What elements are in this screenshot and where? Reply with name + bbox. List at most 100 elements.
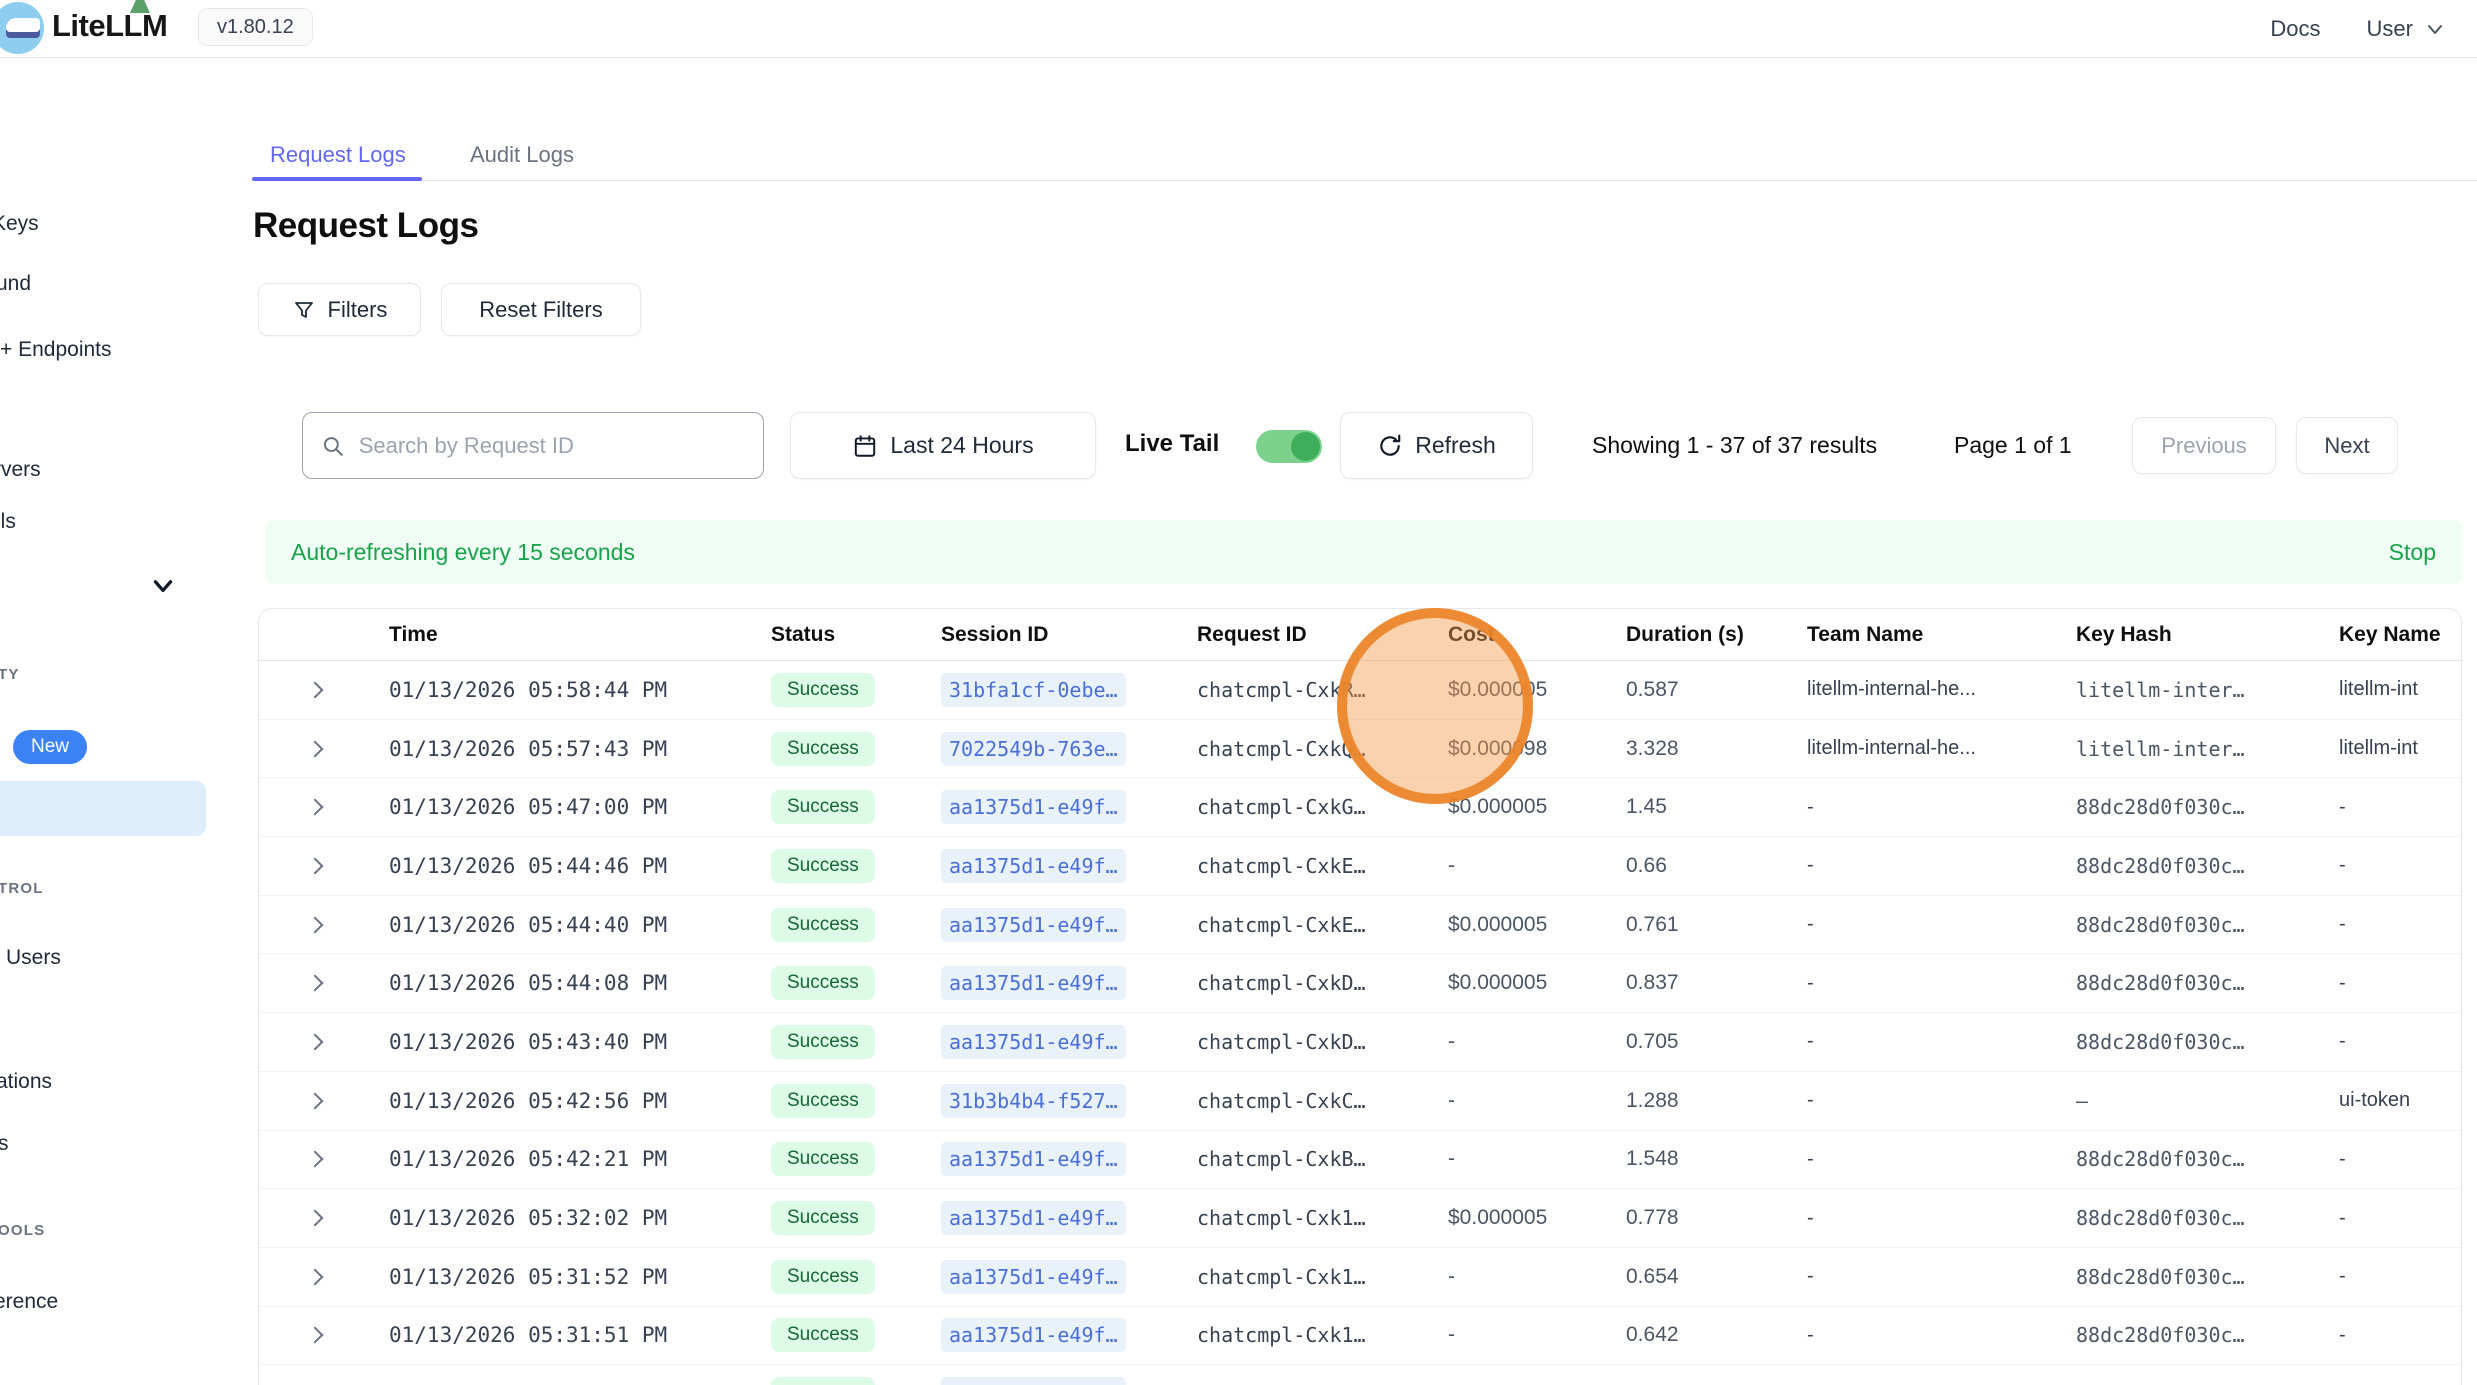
expand-row-chevron-icon[interactable] <box>307 1151 324 1168</box>
next-page-button[interactable]: Next <box>2296 417 2398 474</box>
cell-key-name: - <box>2339 1307 2346 1365</box>
status-badge: Success <box>771 908 875 942</box>
status-badge: Success <box>771 1142 875 1176</box>
tree-emoji-icon <box>130 0 150 13</box>
cell-duration: 0.642 <box>1626 1307 1679 1365</box>
cell-cost: - <box>1448 1365 1455 1385</box>
cell-key-name: ui-token <box>2339 1072 2410 1130</box>
cell-team-name: - <box>1807 1365 1814 1385</box>
table-row: 01/13/2026 05:31:38 PM Success aa1375d1-… <box>259 1365 2461 1385</box>
cell-cost: $0.000098 <box>1448 720 1547 778</box>
session-id-link[interactable]: aa1375d1-e49f… <box>941 1318 1126 1352</box>
sidebar-section-tools: OOLS <box>0 1222 45 1239</box>
sidebar-item-models-endpoints[interactable]: + Endpoints <box>0 338 112 362</box>
session-id-link[interactable]: aa1375d1-e49f… <box>941 1142 1126 1176</box>
table-row: 01/13/2026 05:44:46 PM Success aa1375d1-… <box>259 837 2461 896</box>
cell-key-hash: 88dc28d0f030c… <box>2076 1131 2245 1189</box>
session-id-link[interactable]: aa1375d1-e49f… <box>941 966 1126 1000</box>
live-tail-toggle[interactable] <box>1256 430 1322 463</box>
status-badge: Success <box>771 1201 875 1235</box>
expand-row-chevron-icon[interactable] <box>307 1210 324 1227</box>
session-id-link[interactable]: aa1375d1-e49f… <box>941 849 1126 883</box>
cell-key-name: - <box>2339 954 2346 1012</box>
status-badge: Success <box>771 1377 875 1385</box>
page-indicator: Page 1 of 1 <box>1954 432 2072 459</box>
sidebar-item-playground[interactable]: und <box>0 272 31 296</box>
tab-audit-logs[interactable]: Audit Logs <box>470 142 574 168</box>
expand-row-chevron-icon[interactable] <box>307 975 324 992</box>
user-menu[interactable]: User <box>2367 16 2447 42</box>
expand-row-chevron-icon[interactable] <box>307 681 324 698</box>
cell-time: 01/13/2026 05:58:44 PM <box>389 661 667 719</box>
sidebar-collapse-chevron-icon[interactable] <box>150 572 176 598</box>
sidebar-item-teams[interactable]: s <box>0 1132 9 1156</box>
cell-time: 01/13/2026 05:44:08 PM <box>389 954 667 1012</box>
sidebar-item-virtual-keys[interactable]: Keys <box>0 212 39 236</box>
cell-key-name: - <box>2339 778 2346 836</box>
refresh-button[interactable]: Refresh <box>1340 412 1533 479</box>
search-icon <box>321 433 345 459</box>
session-id-link[interactable]: 7022549b-763e… <box>941 732 1126 766</box>
cell-time: 01/13/2026 05:42:21 PM <box>389 1131 667 1189</box>
sidebar-item-organizations[interactable]: ations <box>0 1070 52 1094</box>
cell-request-id: chatcmpl-CxkE… <box>1197 896 1366 954</box>
calendar-icon <box>852 433 878 459</box>
tab-request-logs[interactable]: Request Logs <box>270 142 406 168</box>
table-row: 01/13/2026 05:47:00 PM Success aa1375d1-… <box>259 778 2461 837</box>
sidebar-item-inference[interactable]: erence <box>0 1290 58 1314</box>
cell-key-name: - <box>2339 1248 2346 1306</box>
cell-time: 01/13/2026 05:31:38 PM <box>389 1365 667 1385</box>
sidebar-item-guardrails[interactable]: ils <box>0 510 16 534</box>
col-header-status: Status <box>771 609 835 661</box>
expand-row-chevron-icon[interactable] <box>307 1033 324 1050</box>
cell-key-hash: 88dc28d0f030c… <box>2076 1307 2245 1365</box>
filters-button[interactable]: Filters <box>258 283 421 336</box>
expand-row-chevron-icon[interactable] <box>307 740 324 757</box>
status-badge: Success <box>771 1025 875 1059</box>
status-badge: Success <box>771 790 875 824</box>
search-input[interactable] <box>359 433 745 459</box>
expand-row-chevron-icon[interactable] <box>307 1092 324 1109</box>
reset-filters-button[interactable]: Reset Filters <box>441 283 641 336</box>
filters-button-label: Filters <box>328 297 388 323</box>
cell-key-hash: – <box>2076 1072 2088 1130</box>
cell-key-name: litellm-int <box>2339 720 2418 778</box>
session-id-link[interactable]: aa1375d1-e49f… <box>941 1025 1126 1059</box>
session-id-link[interactable]: aa1375d1-e49f… <box>941 908 1126 942</box>
expand-row-chevron-icon[interactable] <box>307 1327 324 1344</box>
sidebar-item-servers[interactable]: rvers <box>0 458 41 482</box>
cell-duration: 3.328 <box>1626 720 1679 778</box>
time-range-button[interactable]: Last 24 Hours <box>790 412 1096 479</box>
status-badge: Success <box>771 849 875 883</box>
status-badge: Success <box>771 1260 875 1294</box>
previous-page-button[interactable]: Previous <box>2132 417 2276 474</box>
auto-refresh-banner: Auto-refreshing every 15 seconds Stop <box>265 520 2462 584</box>
top-navbar: LiteLLM v1.80.12 Docs User <box>0 0 2477 58</box>
table-row: 01/13/2026 05:42:56 PM Success 31b3b4b4-… <box>259 1072 2461 1131</box>
sidebar-item-logs-selected[interactable] <box>0 781 206 836</box>
expand-row-chevron-icon[interactable] <box>307 1268 324 1285</box>
cell-request-id: chatcmpl-CxkC… <box>1197 1072 1366 1130</box>
sidebar-item-users[interactable]: Users <box>6 946 61 970</box>
cell-time: 01/13/2026 05:32:02 PM <box>389 1189 667 1247</box>
cell-team-name: - <box>1807 837 1814 895</box>
session-id-link[interactable]: aa1375d1-e49f… <box>941 1201 1126 1235</box>
docs-link[interactable]: Docs <box>2270 16 2320 42</box>
cell-time: 01/13/2026 05:47:00 PM <box>389 778 667 836</box>
expand-row-chevron-icon[interactable] <box>307 799 324 816</box>
stop-auto-refresh-link[interactable]: Stop <box>2389 539 2436 566</box>
session-id-link[interactable]: aa1375d1-e49f… <box>941 1377 1126 1385</box>
cell-key-name: - <box>2339 837 2346 895</box>
expand-row-chevron-icon[interactable] <box>307 857 324 874</box>
table-row: 01/13/2026 05:44:40 PM Success aa1375d1-… <box>259 896 2461 955</box>
table-row: 01/13/2026 05:44:08 PM Success aa1375d1-… <box>259 954 2461 1013</box>
cell-duration: 0.654 <box>1626 1248 1679 1306</box>
cell-key-name: - <box>2339 1131 2346 1189</box>
expand-row-chevron-icon[interactable] <box>307 916 324 933</box>
session-id-link[interactable]: 31b3b4b4-f527… <box>941 1084 1126 1118</box>
session-id-link[interactable]: 31bfa1cf-0ebe… <box>941 673 1126 707</box>
cell-key-hash: 88dc28d0f030c… <box>2076 1013 2245 1071</box>
cell-team-name: - <box>1807 1131 1814 1189</box>
session-id-link[interactable]: aa1375d1-e49f… <box>941 1260 1126 1294</box>
session-id-link[interactable]: aa1375d1-e49f… <box>941 790 1126 824</box>
